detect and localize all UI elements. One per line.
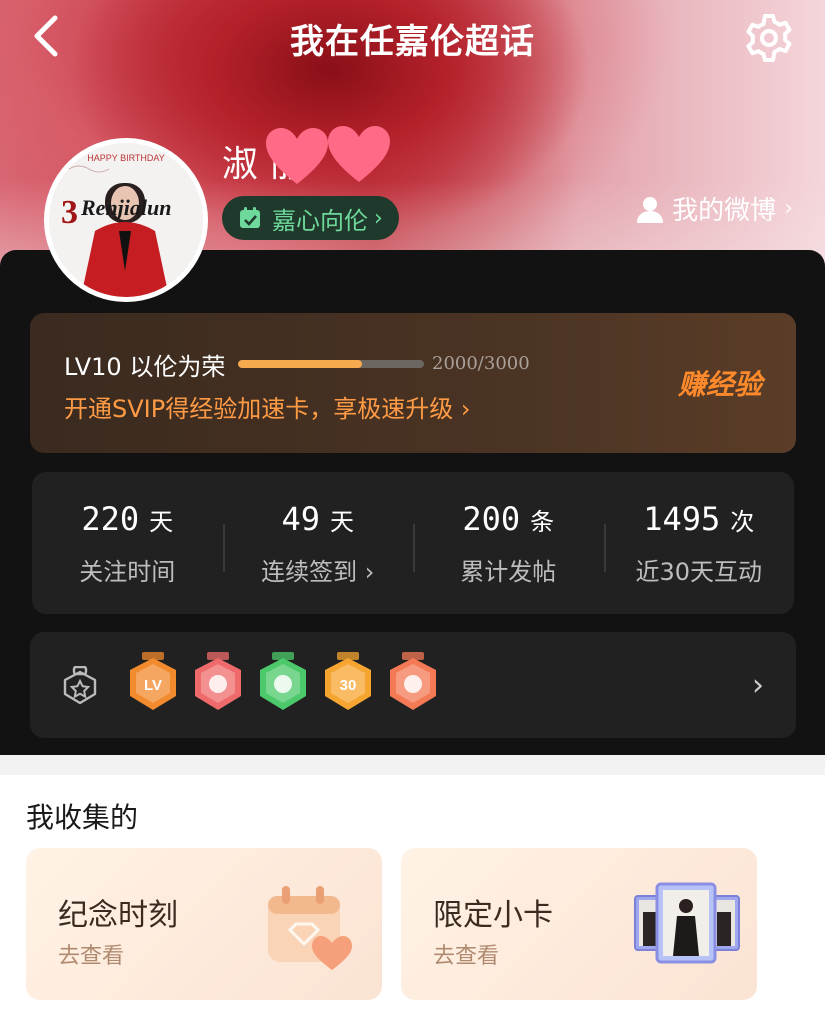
level-progress-bar <box>238 360 424 368</box>
stat-value: 49 <box>281 499 321 538</box>
stat-label: 近30天互动 <box>635 557 763 586</box>
stat-label: 连续签到 › <box>261 557 375 586</box>
stat-checkin-streak[interactable]: 49 天 连续签到 › <box>222 472 414 614</box>
stat-label: 关注时间 <box>79 557 176 586</box>
card-title: 限定小卡 <box>433 898 553 933</box>
fan-title-label: 嘉心向伦 <box>272 206 368 235</box>
stat-value: 1495 <box>643 499 721 538</box>
level-name: LV10 以伦为荣 <box>64 353 226 381</box>
hand-badge-icon <box>260 652 306 710</box>
settings-button[interactable] <box>741 10 797 66</box>
svip-promo-link[interactable]: 开通SVIP得经验加速卡，享极速升级 › <box>64 389 470 424</box>
rock-hand-badge-icon <box>390 652 436 710</box>
collection-title: 我收集的 <box>26 801 139 834</box>
avatar-image: HAPPY BIRTHDAY 3 Renjialun <box>49 143 203 297</box>
card-title: 纪念时刻 <box>58 898 178 933</box>
stat-follow-days: 220 天 关注时间 <box>32 472 223 614</box>
30-days-badge-icon: 30 <box>325 652 371 710</box>
stat-value: 200 <box>462 499 521 538</box>
chevron-right-icon[interactable]: › <box>752 668 764 703</box>
svg-text:Renjialun: Renjialun <box>80 195 171 220</box>
user-icon <box>637 196 664 223</box>
calendar-heart-icon <box>268 886 352 970</box>
section-divider <box>0 755 825 775</box>
badge-wall-icon <box>63 666 97 705</box>
svg-text:30: 30 <box>340 677 357 694</box>
svg-text:3: 3 <box>61 194 78 231</box>
stat-value: 220 <box>81 499 140 538</box>
heart-sticker-icon <box>328 126 390 182</box>
stat-interactions: 1495 次 近30天互动 <box>603 472 795 614</box>
svg-text:HAPPY BIRTHDAY: HAPPY BIRTHDAY <box>87 153 165 163</box>
my-weibo-link[interactable]: 我的微博 › <box>636 190 793 227</box>
badge-wall[interactable]: › LV 30 <box>30 632 796 738</box>
memorial-moments-card[interactable]: 纪念时刻 去查看 <box>26 848 382 1000</box>
page-title: 我在任嘉伦超话 <box>290 22 535 62</box>
stats-card: 220 天 关注时间 49 天 连续签到 › 200 条 累计发帖 1495 次 近30… <box>32 472 794 614</box>
svg-text:LV: LV <box>144 677 162 694</box>
my-weibo-label: 我的微博 <box>672 196 777 226</box>
lv-badge-icon: LV <box>130 652 176 710</box>
level-card[interactable]: LV10 以伦为荣 2000/3000 开通SVIP得经验加速卡，享极速升级 ›… <box>30 313 796 453</box>
level-progress-fill <box>238 360 362 368</box>
card-subtitle: 去查看 <box>433 944 500 969</box>
stat-unit: 条 <box>530 507 555 536</box>
photo-cards-icon <box>634 882 740 964</box>
chevron-right-icon: › <box>784 196 793 221</box>
gear-icon <box>746 14 792 62</box>
chevron-right-icon: › <box>374 205 383 231</box>
calendar-check-icon <box>240 207 260 228</box>
card-subtitle: 去查看 <box>58 944 125 969</box>
stat-unit: 天 <box>330 507 355 536</box>
avatar[interactable]: HAPPY BIRTHDAY 3 Renjialun <box>44 138 208 302</box>
fan-title-chip[interactable]: 嘉心向伦 › <box>222 196 399 240</box>
limited-card-card[interactable]: 限定小卡 去查看 <box>401 848 757 1000</box>
stat-unit: 天 <box>149 507 174 536</box>
earn-exp-button[interactable]: 赚经验 <box>678 363 762 403</box>
stat-unit: 次 <box>730 507 755 536</box>
trophy-badge-icon <box>195 652 241 710</box>
heart-sticker-icon <box>266 128 328 184</box>
level-progress-text: 2000/3000 <box>432 353 530 374</box>
stat-label: 累计发帖 <box>460 557 557 586</box>
stat-posts: 200 条 累计发帖 <box>413 472 604 614</box>
